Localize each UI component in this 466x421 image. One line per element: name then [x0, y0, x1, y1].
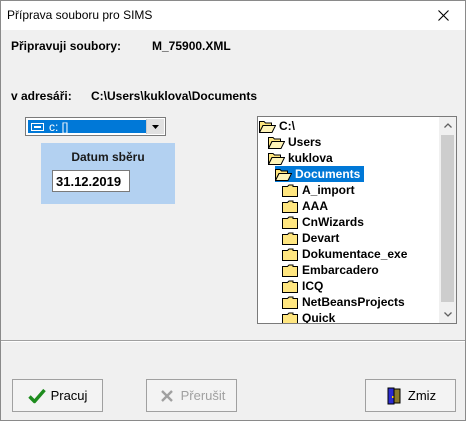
drive-select-value: c: []: [28, 119, 147, 134]
directory-value: C:\Users\kuklova\Documents: [91, 89, 258, 103]
tree-item[interactable]: AAA: [282, 198, 328, 214]
tree-item-label: Embarcadero: [302, 263, 379, 277]
scroll-up-button[interactable]: [439, 117, 456, 134]
tree-item[interactable]: Embarcadero: [282, 262, 379, 278]
tree-item-label: C:\: [279, 119, 295, 133]
abort-button[interactable]: Přerušit: [146, 379, 237, 412]
drive-select[interactable]: c: []: [25, 117, 166, 136]
close-icon: [437, 10, 449, 21]
x-icon: [158, 387, 176, 405]
tree-item-label: Users: [288, 135, 322, 149]
folder-open-icon: [258, 120, 277, 133]
tree-item[interactable]: Documents: [274, 166, 365, 182]
separator: [1, 340, 465, 342]
tree-item-label: Devart: [302, 231, 340, 245]
tree-item-label: Dokumentace_exe: [302, 247, 408, 261]
tree-item[interactable]: Dokumentace_exe: [282, 246, 407, 262]
folder-open-icon: [274, 168, 293, 181]
close-button[interactable]: [421, 1, 465, 30]
tree-item[interactable]: NetBeansProjects: [282, 294, 405, 310]
door-exit-icon: [385, 387, 403, 405]
work-button[interactable]: Pracuj: [12, 379, 103, 412]
folder-open-icon: [267, 136, 286, 149]
directory-label: v adresáři:: [11, 89, 72, 103]
abort-button-label: Přerušit: [180, 388, 226, 403]
chevron-up-icon: [443, 123, 452, 128]
tree-item-label: A_import: [302, 183, 355, 197]
folder-icon: [282, 296, 299, 309]
tree-item-label: Documents: [295, 167, 361, 181]
exit-button[interactable]: Zmiz: [365, 379, 456, 412]
drive-icon: [31, 122, 44, 131]
chevron-down-icon: [443, 312, 452, 317]
check-icon: [27, 387, 46, 405]
folder-icon: [282, 200, 299, 213]
title-bar: Příprava souboru pro SIMS: [1, 1, 465, 30]
tree-item-label: kuklova: [288, 151, 333, 165]
dialog-window: Příprava souboru pro SIMS Připravuji sou…: [0, 0, 466, 421]
folder-icon: [282, 264, 299, 277]
files-value: M_75900.XML: [152, 39, 231, 53]
work-button-label: Pracuj: [50, 388, 88, 403]
datum-panel: Datum sběru: [41, 143, 175, 204]
drive-select-label: c: []: [49, 119, 69, 134]
scroll-thumb[interactable]: [441, 135, 454, 302]
tree-item[interactable]: ICQ: [282, 278, 323, 294]
directory-tree[interactable]: C:\ Users kuklova Documents A_import AAA CnWiz…: [257, 116, 457, 324]
tree-item[interactable]: Users: [267, 134, 322, 150]
tree-item-label: CnWizards: [302, 215, 364, 229]
folder-icon: [282, 232, 299, 245]
folder-icon: [282, 248, 299, 261]
tree-item[interactable]: CnWizards: [282, 214, 364, 230]
tree-item[interactable]: Quick: [282, 310, 336, 324]
tree-item-label: AAA: [302, 199, 328, 213]
folder-icon: [282, 312, 299, 323]
folder-icon: [282, 184, 299, 197]
datum-label: Datum sběru: [71, 150, 145, 164]
tree-item[interactable]: kuklova: [267, 150, 333, 166]
tree-scrollbar[interactable]: [439, 117, 456, 323]
tree-item-label: NetBeansProjects: [302, 295, 405, 309]
chevron-down-icon: [152, 124, 159, 129]
tree-item[interactable]: A_import: [282, 182, 355, 198]
scroll-down-button[interactable]: [439, 306, 456, 323]
tree-item[interactable]: C:\: [258, 118, 295, 134]
tree-item-label: Quick: [302, 311, 336, 324]
folder-icon: [282, 280, 299, 293]
dialog-content: Připravuji soubory: M_75900.XML v adresá…: [1, 30, 465, 420]
datum-input[interactable]: [52, 170, 130, 192]
exit-button-label: Zmiz: [407, 388, 437, 403]
files-label: Připravuji soubory:: [11, 39, 122, 53]
drive-dropdown-button[interactable]: [146, 119, 164, 134]
tree-item-label: ICQ: [302, 279, 324, 293]
folder-icon: [282, 216, 299, 229]
window-title: Příprava souboru pro SIMS: [7, 8, 153, 22]
folder-open-icon: [267, 152, 286, 165]
tree-item[interactable]: Devart: [282, 230, 339, 246]
